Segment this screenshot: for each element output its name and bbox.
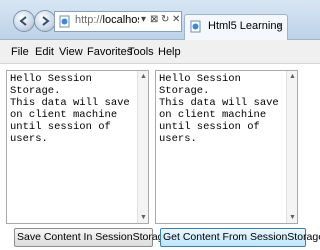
menu-tools[interactable]: Tools (128, 46, 154, 58)
back-arrow-icon (19, 16, 27, 26)
right-textarea-container: Hello Session Storage. This data will sa… (155, 70, 298, 224)
address-bar[interactable]: http://localhost:52 ▾ ⊠ ↻ ✕ (54, 11, 182, 32)
scroll-up-icon[interactable]: ▲ (289, 73, 296, 80)
left-scrollbar[interactable]: ▲ ▼ (137, 71, 148, 223)
get-from-session-storage-button[interactable]: Get Content From SessionStorage (160, 228, 320, 247)
scroll-up-icon[interactable]: ▲ (140, 73, 147, 80)
refresh-icon[interactable]: ↻ (161, 14, 169, 25)
compatibility-view-icon[interactable]: ⊠ (150, 14, 158, 25)
left-textarea-container: Hello Session Storage. This data will sa… (6, 70, 149, 224)
menu-edit[interactable]: Edit (35, 46, 54, 58)
browser-toolbar: http://localhost:52 ▾ ⊠ ↻ ✕ Html5 Learni… (0, 0, 320, 40)
forward-button[interactable] (34, 10, 56, 32)
url-text[interactable]: http://localhost:52 (75, 14, 139, 26)
stop-icon[interactable]: ✕ (172, 14, 180, 25)
menu-file[interactable]: File (11, 46, 29, 58)
close-tab-icon[interactable]: × (277, 20, 283, 32)
tab-title: Html5 Learning (208, 20, 283, 32)
menu-favorites[interactable]: Favorites (87, 46, 132, 58)
menu-view[interactable]: View (59, 46, 83, 58)
tab-page-icon (190, 20, 201, 33)
page-content: Hello Session Storage. This data will sa… (0, 64, 320, 250)
session-output-textarea[interactable]: Hello Session Storage. This data will sa… (156, 71, 286, 223)
address-dropdown-icon[interactable]: ▾ (141, 14, 146, 25)
menu-bar: File Edit View Favorites Tools Help (0, 40, 320, 64)
forward-arrow-icon (42, 16, 50, 26)
scroll-down-icon[interactable]: ▼ (289, 214, 296, 221)
menu-help[interactable]: Help (158, 46, 181, 58)
right-scrollbar[interactable]: ▲ ▼ (286, 71, 297, 223)
browser-tab[interactable]: Html5 Learning × (184, 14, 288, 40)
session-input-textarea[interactable]: Hello Session Storage. This data will sa… (7, 71, 137, 223)
back-button[interactable] (13, 10, 35, 32)
page-icon (59, 15, 70, 28)
scroll-down-icon[interactable]: ▼ (140, 214, 147, 221)
save-to-session-storage-button[interactable]: Save Content In SessionStorage (14, 228, 169, 247)
